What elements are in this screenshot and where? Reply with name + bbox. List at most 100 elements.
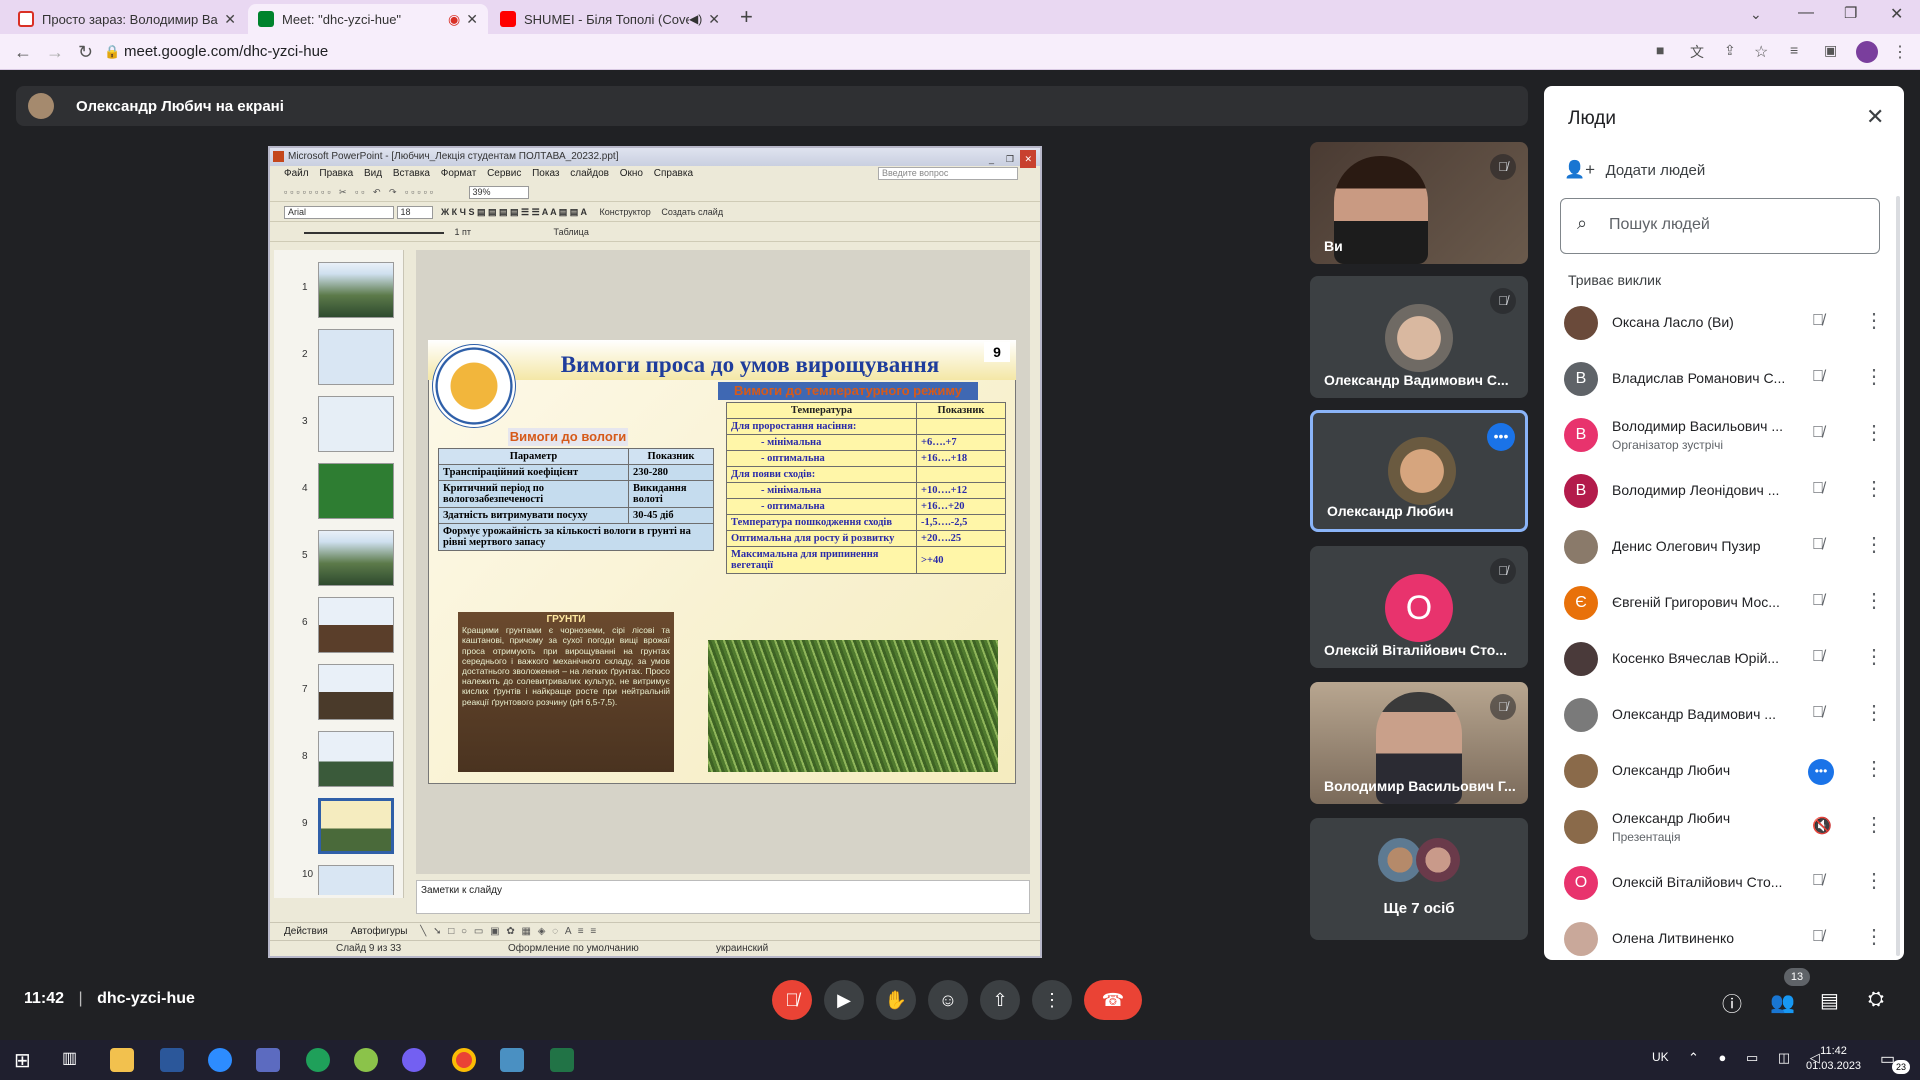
participant-tile[interactable]: 🎙̸ Олександр Вадимович С... (1310, 276, 1528, 398)
chat-icon[interactable]: ▤ (1820, 988, 1839, 1013)
more-vert-icon[interactable]: ⋮ (1864, 308, 1884, 333)
search-people-field[interactable]: ⌕ Пошук людей (1560, 198, 1880, 254)
participant-row[interactable]: О Олексій Віталійович Сто... 🎙̸ ⋮ (1564, 856, 1884, 912)
camera-icon[interactable]: ■ (1656, 42, 1664, 58)
tab-meet[interactable]: Meet: "dhc-yzci-hue" ◉ ✕ (248, 4, 488, 34)
slide-thumbnail[interactable]: 2 (274, 329, 398, 389)
mic-off-icon[interactable]: 🎙̸ (1812, 704, 1824, 722)
presentation-audio-off-icon[interactable]: 🔇 (1812, 816, 1832, 836)
app-icon[interactable] (500, 1048, 524, 1072)
mic-off-icon[interactable]: 🎙̸ (1812, 872, 1824, 890)
excel-icon[interactable] (550, 1048, 574, 1072)
more-vert-icon[interactable]: ⋮ (1864, 756, 1884, 781)
taskbar-clock[interactable]: 11:42 01.03.2023 (1806, 1044, 1861, 1074)
slide-thumbnail[interactable]: 3 (274, 396, 398, 456)
menu-edit[interactable]: Правка (319, 168, 353, 179)
design-button[interactable]: Конструктор (600, 207, 651, 217)
mic-off-icon[interactable]: 🎙̸ (1812, 648, 1824, 666)
menu-file[interactable]: Файл (284, 168, 309, 179)
zoom-icon[interactable] (208, 1048, 232, 1072)
font-size-select[interactable]: 18 (396, 206, 433, 219)
participant-row[interactable]: Олександр Любич ••• ⋮ (1564, 744, 1884, 800)
tab-search-icon[interactable]: ⌄ (1750, 6, 1762, 23)
present-screen-button[interactable]: ⇧ (980, 980, 1020, 1020)
autoshapes-menu[interactable]: Автофигуры (351, 926, 408, 937)
close-panel-icon[interactable]: ✕ (1866, 104, 1884, 130)
add-people-button[interactable]: 👤+ Додати людей (1564, 160, 1705, 184)
more-vert-icon[interactable]: ⋮ (1864, 644, 1884, 669)
mic-off-icon[interactable]: 🎙̸ (1812, 312, 1824, 330)
activities-icon[interactable]: ⛭ (1868, 988, 1884, 1011)
participant-tile-active-speaker[interactable]: ••• Олександр Любич (1310, 410, 1528, 532)
more-vert-icon[interactable]: ⋮ (1864, 812, 1884, 837)
bookmark-star-icon[interactable]: ☆ (1754, 42, 1768, 62)
mic-off-icon[interactable]: 🎙̸ (1812, 424, 1824, 442)
zoom-select[interactable]: 39% (468, 186, 529, 199)
tab-gmail[interactable]: Просто зараз: Володимир Васи... ✕ (8, 4, 246, 34)
app-icon[interactable] (354, 1048, 378, 1072)
more-participants-tile[interactable]: Ще 7 осіб (1310, 818, 1528, 940)
menu-format[interactable]: Формат (441, 168, 477, 179)
notes-pane[interactable]: Заметки к слайду (416, 880, 1030, 914)
mic-off-icon[interactable]: 🎙̸ (1812, 480, 1824, 498)
speaker-mute-icon[interactable]: ◀) (689, 12, 702, 26)
menu-tools[interactable]: Сервис (487, 168, 521, 179)
menu-window[interactable]: Окно (620, 168, 643, 179)
share-icon[interactable]: ⇪ (1724, 42, 1736, 59)
more-vert-icon[interactable]: ⋮ (1864, 588, 1884, 613)
file-explorer-icon[interactable] (110, 1048, 134, 1072)
language-indicator[interactable]: UK (1652, 1050, 1669, 1064)
minimize-icon[interactable]: — (1798, 4, 1814, 22)
speaking-indicator-icon[interactable]: ••• (1808, 759, 1834, 785)
menu-slideshow[interactable]: Показ слайдов (532, 168, 609, 179)
participant-row[interactable]: Косенко Вячеслав Юрій... 🎙̸ ⋮ (1564, 632, 1884, 688)
more-vert-icon[interactable]: ⋮ (1864, 476, 1884, 501)
participant-tile-you[interactable]: 🎙̸ Ви (1310, 142, 1528, 264)
participant-row[interactable]: В Владислав Романович С... 🎙̸ ⋮ (1564, 352, 1884, 408)
participant-row[interactable]: Є Євгеній Григорович Мос... 🎙̸ ⋮ (1564, 576, 1884, 632)
reactions-button[interactable]: ☺ (928, 980, 968, 1020)
slide-thumbnail[interactable]: 1 (274, 262, 398, 322)
chrome-icon[interactable] (452, 1048, 476, 1072)
participant-tile[interactable]: О 🎙̸ Олексій Віталійович Сто... (1310, 546, 1528, 668)
windows-start-icon[interactable]: ⊞ (14, 1048, 38, 1072)
mic-off-icon[interactable]: 🎙̸ (1812, 592, 1824, 610)
leave-call-button[interactable]: ☎ (1084, 980, 1142, 1020)
more-vert-icon[interactable]: ⋮ (1864, 364, 1884, 389)
participant-row[interactable]: Оксана Ласло (Ви) 🎙̸ ⋮ (1564, 296, 1884, 352)
close-window-icon[interactable]: ✕ (1890, 4, 1903, 24)
maximize-icon[interactable]: ❐ (1844, 4, 1857, 22)
ask-question-field[interactable]: Введите вопрос (878, 167, 1018, 180)
close-tab-icon[interactable]: ✕ (708, 11, 720, 28)
more-vert-icon[interactable]: ⋮ (1864, 868, 1884, 893)
slide-thumbnail-selected[interactable]: 9 (274, 798, 398, 858)
new-slide-button[interactable]: Создать слайд (661, 207, 723, 217)
back-icon[interactable]: ← (14, 42, 32, 63)
people-icon[interactable]: 👥 (1770, 990, 1795, 1015)
raise-hand-button[interactable]: ✋ (876, 980, 916, 1020)
camera-toggle[interactable]: ▶ (824, 980, 864, 1020)
more-vert-icon[interactable]: ⋮ (1864, 420, 1884, 445)
slide-thumbnail[interactable]: 7 (274, 664, 398, 724)
close-tab-icon[interactable]: ✕ (466, 11, 478, 28)
actions-menu[interactable]: Действия (284, 926, 328, 937)
store-icon[interactable] (256, 1048, 280, 1072)
more-vert-icon[interactable]: ⋮ (1864, 532, 1884, 557)
forward-icon[interactable]: → (46, 42, 64, 63)
shape-tool-icons[interactable]: ╲ ➘ □ ○ ▭ ▣ ✿ ▦ ◈ ◌ A ≡ ≡ (420, 926, 598, 937)
new-tab-icon[interactable]: + (740, 4, 753, 30)
meeting-details-icon[interactable]: ⓘ (1722, 988, 1742, 1017)
scrollbar[interactable] (1896, 196, 1900, 956)
task-view-icon[interactable]: ▥ (62, 1048, 86, 1072)
participant-row[interactable]: Олександр Любич Презентація 🔇 ⋮ (1564, 800, 1884, 856)
slide-thumbnail[interactable]: 6 (274, 597, 398, 657)
close-tab-icon[interactable]: ✕ (224, 11, 236, 28)
menu-help[interactable]: Справка (654, 168, 693, 179)
participant-row[interactable]: В Володимир Леонідович ... 🎙̸ ⋮ (1564, 464, 1884, 520)
line-weight-select[interactable]: 1 пт (455, 227, 472, 237)
slide-thumbnail[interactable]: 5 (274, 530, 398, 590)
font-name-select[interactable]: Arial (284, 206, 394, 219)
participant-row[interactable]: Олександр Вадимович ... 🎙̸ ⋮ (1564, 688, 1884, 744)
mic-off-icon[interactable]: 🎙̸ (1812, 536, 1824, 554)
reload-icon[interactable]: ↻ (78, 42, 93, 63)
